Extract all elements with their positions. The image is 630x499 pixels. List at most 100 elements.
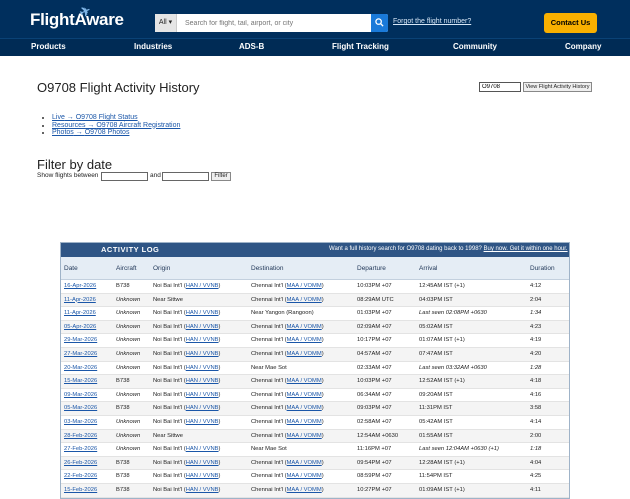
origin-airport-link[interactable]: HAN / VVNB [186, 378, 219, 384]
table-row[interactable]: 29-Mar-2026 Unknown Noi Bai Int'l (HAN / V… [61, 334, 569, 348]
col-destination[interactable]: Destination [251, 265, 284, 272]
cell-destination: Chennai Int'l (MAA / VOMM) [251, 337, 324, 344]
table-row[interactable]: 03-Mar-2026 Unknown Noi Bai Int'l (HAN / V… [61, 416, 569, 430]
tail-number-input[interactable] [479, 82, 521, 92]
forgot-flight-number-link[interactable]: Forgot the flight number? [393, 18, 471, 25]
search-button[interactable] [371, 14, 388, 32]
table-row[interactable]: 27-Feb-2026 Unknown Noi Bai Int'l (HAN / V… [61, 443, 569, 457]
table-row[interactable]: 26-Feb-2026 B738 Noi Bai Int'l (HAN / VVNB… [61, 456, 569, 471]
destination-airport-link[interactable]: MAA / VOMM [287, 337, 322, 343]
date-link[interactable]: 15-Feb-2026 [64, 487, 97, 493]
cell-origin: Noi Bai Int'l (HAN / VVNB) [153, 283, 221, 289]
end-date-input[interactable] [162, 172, 209, 181]
date-link[interactable]: 11-Apr-2026 [64, 310, 96, 316]
destination-airport-link[interactable]: MAA / VOMM [287, 405, 322, 411]
view-flight-activity-history-button[interactable]: View Flight Activity History [523, 82, 592, 92]
date-link[interactable]: 16-Apr-2026 [64, 283, 96, 289]
table-row[interactable]: 05-Apr-2026 Unknown Noi Bai Int'l (HAN / V… [61, 320, 569, 335]
table-row[interactable]: 16-Apr-2026 B738 Noi Bai Int'l (HAN / VVNB… [61, 280, 569, 294]
date-link[interactable]: 28-Feb-2026 [64, 433, 97, 439]
origin-airport-link[interactable]: HAN / VVNB [186, 405, 219, 411]
destination-airport-link[interactable]: MAA / VOMM [287, 487, 322, 493]
nav-flight-tracking[interactable]: Flight Tracking [332, 42, 389, 51]
table-row[interactable]: 28-Feb-2026 Unknown Near Sittwe Chennai Int… [61, 429, 569, 444]
date-link[interactable]: 20-Mar-2026 [64, 365, 97, 371]
aircraft-registration-link[interactable]: Resources → O9708 Aircraft Registration [52, 122, 180, 129]
cell-departure: 04:57AM +07 [357, 351, 392, 357]
date-link[interactable]: 15-Mar-2026 [64, 378, 97, 384]
table-row[interactable]: 09-Mar-2026 Unknown Noi Bai Int'l (HAN / V… [61, 389, 569, 403]
origin-airport-link[interactable]: HAN / VVNB [186, 365, 219, 371]
nav-company[interactable]: Company [565, 42, 601, 51]
nav-community[interactable]: Community [453, 42, 497, 51]
origin-airport-link[interactable]: HAN / VVNB [186, 310, 219, 316]
cell-date: 22-Feb-2026 [64, 473, 97, 479]
cell-arrival: 12:52AM IST (+1) [419, 378, 465, 385]
flightaware-logo[interactable]: FlightAware ✈ [30, 3, 124, 30]
col-duration[interactable]: Duration [530, 265, 555, 272]
col-origin[interactable]: Origin [153, 265, 170, 272]
cell-origin: Noi Bai Int'l (HAN / VVNB) [153, 487, 221, 493]
origin-airport-link[interactable]: HAN / VVNB [186, 351, 219, 357]
search-filter-dropdown[interactable]: All ▾ [155, 14, 177, 32]
date-link[interactable]: 26-Feb-2026 [64, 460, 97, 466]
col-aircraft[interactable]: Aircraft [116, 265, 137, 272]
origin-airport-link[interactable]: HAN / VVNB [186, 283, 219, 289]
origin-airport-link[interactable]: HAN / VVNB [186, 446, 219, 452]
origin-airport-link[interactable]: HAN / VVNB [186, 487, 219, 493]
origin-airport-link[interactable]: HAN / VVNB [186, 473, 219, 479]
col-arrival[interactable]: Arrival [419, 265, 437, 272]
date-link[interactable]: 09-Mar-2026 [64, 392, 97, 398]
destination-airport-link[interactable]: MAA / VOMM [287, 419, 322, 425]
buy-now-link[interactable]: Buy now. Get it within one hour. [484, 246, 568, 252]
destination-airport-link[interactable]: MAA / VOMM [287, 324, 322, 330]
cell-duration: 2:04 [530, 296, 542, 303]
nav-industries[interactable]: Industries [134, 42, 172, 51]
date-link[interactable]: 29-Mar-2026 [64, 337, 97, 343]
destination-airport-link[interactable]: MAA / VOMM [287, 297, 322, 303]
table-row[interactable]: 15-Feb-2026 B738 Noi Bai Int'l (HAN / VVNB… [61, 484, 569, 498]
origin-airport-link[interactable]: HAN / VVNB [186, 392, 219, 398]
nav-ads-b[interactable]: ADS-B [239, 42, 264, 51]
date-link[interactable]: 27-Mar-2026 [64, 351, 97, 357]
date-link[interactable]: 05-Apr-2026 [64, 324, 96, 330]
table-row[interactable]: 20-Mar-2026 Unknown Noi Bai Int'l (HAN / V… [61, 362, 569, 376]
destination-airport-link[interactable]: MAA / VOMM [287, 460, 322, 466]
destination-airport-link[interactable]: MAA / VOMM [287, 378, 322, 384]
origin-airport-link[interactable]: HAN / VVNB [186, 337, 219, 343]
photos-link[interactable]: Photos → O9708 Photos [52, 129, 129, 136]
search-input[interactable] [185, 16, 365, 30]
link-item-resources: Resources → O9708 Aircraft Registration [52, 122, 180, 130]
cell-arrival: 09:20AM IST [419, 391, 453, 398]
destination-airport-link[interactable]: MAA / VOMM [287, 433, 322, 439]
origin-airport-link[interactable]: HAN / VVNB [186, 324, 219, 330]
date-link[interactable]: 11-Apr-2026 [64, 297, 96, 303]
col-date[interactable]: Date [64, 265, 78, 272]
search-icon [375, 18, 384, 27]
destination-airport-link[interactable]: MAA / VOMM [287, 351, 322, 357]
destination-airport-link[interactable]: MAA / VOMM [287, 283, 322, 289]
date-link[interactable]: 03-Mar-2026 [64, 419, 97, 425]
table-row[interactable]: 11-Apr-2026 Unknown Near Sittwe Chennai Int… [61, 293, 569, 308]
date-link[interactable]: 22-Feb-2026 [64, 473, 97, 479]
table-row[interactable]: 05-Mar-2026 B738 Noi Bai Int'l (HAN / VVNB… [61, 402, 569, 416]
date-link[interactable]: 27-Feb-2026 [64, 446, 97, 452]
col-departure[interactable]: Departure [357, 265, 386, 272]
table-row[interactable]: 11-Apr-2026 Unknown Noi Bai Int'l (HAN / V… [61, 307, 569, 321]
nav-products[interactable]: Products [31, 42, 66, 51]
table-row[interactable]: 27-Mar-2026 Unknown Noi Bai Int'l (HAN / V… [61, 348, 569, 362]
filter-button[interactable]: Filter [211, 172, 231, 181]
cell-origin: Noi Bai Int'l (HAN / VVNB) [153, 337, 221, 344]
destination-airport-link[interactable]: MAA / VOMM [287, 473, 322, 479]
table-row[interactable]: 22-Feb-2026 B738 Noi Bai Int'l (HAN / VVNB… [61, 470, 569, 484]
cell-date: 26-Feb-2026 [64, 460, 97, 466]
origin-airport-link[interactable]: HAN / VVNB [186, 419, 219, 425]
search-bar: All ▾ [155, 14, 388, 32]
start-date-input[interactable] [101, 172, 148, 181]
contact-us-button[interactable]: Contact Us [544, 13, 597, 33]
table-row[interactable]: 15-Mar-2026 B738 Noi Bai Int'l (HAN / VVNB… [61, 375, 569, 389]
origin-airport-link[interactable]: HAN / VVNB [186, 460, 219, 466]
destination-airport-link[interactable]: MAA / VOMM [287, 392, 322, 398]
live-status-link[interactable]: Live → O9708 Flight Status [52, 114, 138, 121]
date-link[interactable]: 05-Mar-2026 [64, 405, 97, 411]
